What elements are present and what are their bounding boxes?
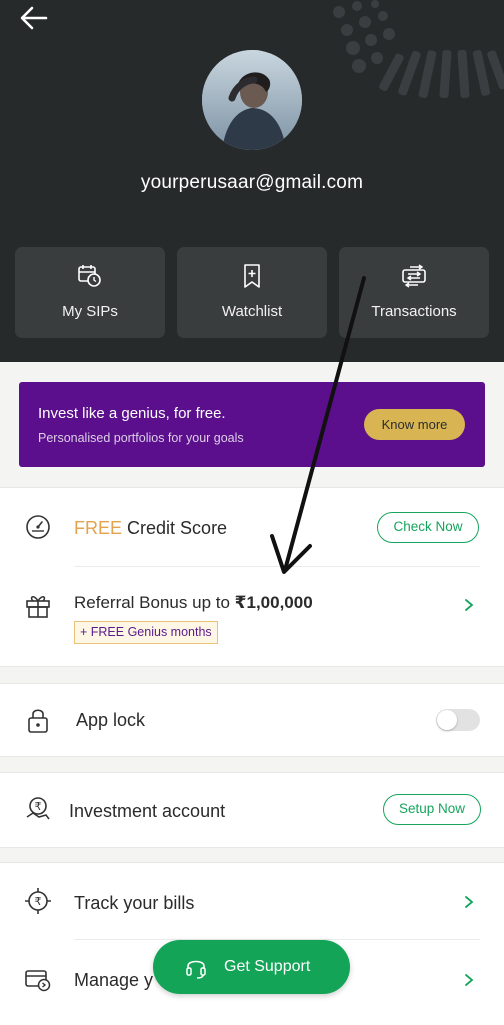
get-support-button[interactable]: Get Support xyxy=(153,940,350,994)
speedometer-icon xyxy=(26,515,50,539)
credit-score-row[interactable]: FREE Credit Score Check Now xyxy=(0,488,504,566)
investment-account-label: Investment account xyxy=(69,801,226,821)
rupee-hand-icon: ₹ xyxy=(26,797,50,820)
chevron-right-icon xyxy=(465,974,474,986)
headset-icon xyxy=(186,960,206,979)
lock-icon xyxy=(28,709,48,733)
back-arrow-icon[interactable] xyxy=(16,4,52,32)
chevron-right-icon xyxy=(465,599,474,611)
svg-text:₹: ₹ xyxy=(35,800,42,813)
genius-promo-banner[interactable]: Invest like a genius, for free. Personal… xyxy=(19,382,485,467)
credit-score-label: FREE Credit Score xyxy=(74,518,227,539)
check-now-button[interactable]: Check Now xyxy=(377,512,479,543)
transfer-arrows-icon xyxy=(402,264,426,288)
transactions-tile[interactable]: Transactions xyxy=(339,247,489,338)
banner-title: Invest like a genius, for free. xyxy=(38,405,226,422)
investment-account-row[interactable]: ₹ Investment account Setup Now xyxy=(0,773,504,847)
manage-label: Manage y xyxy=(74,970,154,990)
user-email: yourperusaar@gmail.com xyxy=(140,172,364,193)
card-settings-icon xyxy=(25,970,51,992)
tile-label: My SIPs xyxy=(62,303,118,320)
my-sips-tile[interactable]: My SIPs xyxy=(15,247,165,338)
app-lock-label: App lock xyxy=(76,710,146,730)
referral-bonus-label: Referral Bonus up to ₹1,00,000 xyxy=(74,593,313,613)
free-tag: FREE xyxy=(74,518,123,538)
svg-text:₹: ₹ xyxy=(35,895,42,908)
tile-label: Watchlist xyxy=(221,303,283,320)
referral-bonus-row[interactable]: Referral Bonus up to ₹1,00,000 xyxy=(0,567,504,666)
account-card: ₹ Investment account Setup Now xyxy=(0,772,504,848)
calendar-refresh-icon xyxy=(78,265,101,287)
app-lock-toggle[interactable] xyxy=(436,709,480,731)
decorative-dots xyxy=(333,0,504,99)
know-more-button[interactable]: Know more xyxy=(364,409,465,440)
app-lock-row: App lock xyxy=(0,684,504,756)
referral-amount: ₹1,00,000 xyxy=(234,593,313,612)
profile-header: yourperusaar@gmail.com My SIPs Watchlist xyxy=(0,0,504,362)
avatar[interactable] xyxy=(202,50,302,150)
chevron-right-icon xyxy=(465,896,474,908)
toggle-knob xyxy=(437,710,457,730)
tile-label: Transactions xyxy=(371,303,457,320)
referral-text: Referral Bonus up to xyxy=(74,593,235,612)
track-bills-row[interactable]: ₹ Track your bills xyxy=(0,863,504,939)
security-card: App lock xyxy=(0,683,504,757)
avatar-photo xyxy=(202,50,302,150)
setup-now-button[interactable]: Setup Now xyxy=(383,794,481,825)
track-bills-label: Track your bills xyxy=(74,893,195,913)
gift-icon xyxy=(26,596,50,618)
watchlist-tile[interactable]: Watchlist xyxy=(177,247,327,338)
banner-subtitle: Personalised portfolios for your goals xyxy=(38,431,244,445)
bookmark-plus-icon xyxy=(244,264,260,288)
get-support-label: Get Support xyxy=(224,958,311,975)
rupee-target-icon: ₹ xyxy=(25,888,51,914)
credit-score-text: Credit Score xyxy=(127,518,228,538)
free-genius-badge: + FREE Genius months xyxy=(74,621,218,644)
